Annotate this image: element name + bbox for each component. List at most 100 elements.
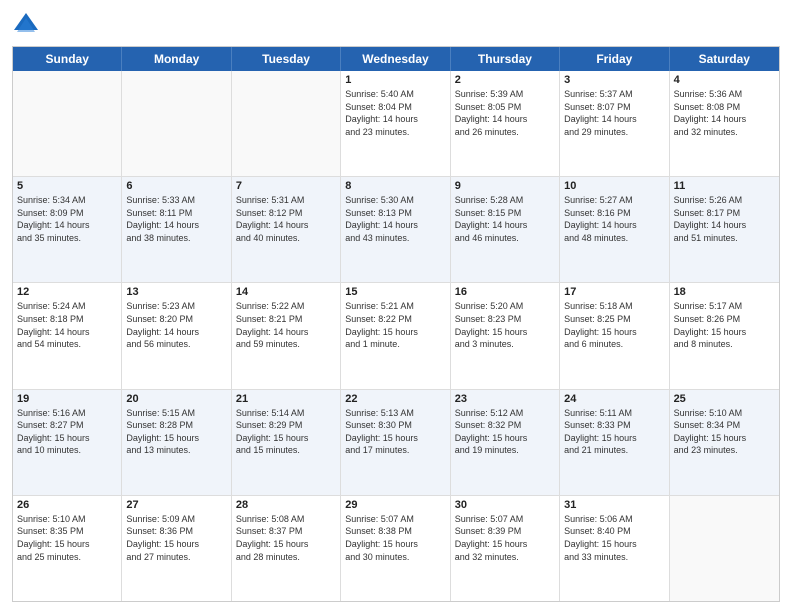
day-info: Sunrise: 5:23 AM Sunset: 8:20 PM Dayligh… xyxy=(126,300,226,350)
calendar-day-3: 3 Sunrise: 5:37 AM Sunset: 8:07 PM Daylig… xyxy=(560,71,669,176)
logo-icon xyxy=(12,10,40,38)
calendar-week-1: 1 Sunrise: 5:40 AM Sunset: 8:04 PM Daylig… xyxy=(13,71,779,177)
day-number: 25 xyxy=(674,393,775,405)
day-info: Sunrise: 5:15 AM Sunset: 8:28 PM Dayligh… xyxy=(126,407,226,457)
day-info: Sunrise: 5:12 AM Sunset: 8:32 PM Dayligh… xyxy=(455,407,555,457)
day-info: Sunrise: 5:07 AM Sunset: 8:38 PM Dayligh… xyxy=(345,513,445,563)
calendar-day-2: 2 Sunrise: 5:39 AM Sunset: 8:05 PM Daylig… xyxy=(451,71,560,176)
calendar-empty-cell xyxy=(13,71,122,176)
calendar-day-30: 30 Sunrise: 5:07 AM Sunset: 8:39 PM Dayli… xyxy=(451,496,560,601)
day-info: Sunrise: 5:09 AM Sunset: 8:36 PM Dayligh… xyxy=(126,513,226,563)
day-number: 9 xyxy=(455,180,555,192)
day-number: 28 xyxy=(236,499,336,511)
day-number: 5 xyxy=(17,180,117,192)
day-number: 23 xyxy=(455,393,555,405)
day-number: 31 xyxy=(564,499,664,511)
day-number: 10 xyxy=(564,180,664,192)
day-info: Sunrise: 5:26 AM Sunset: 8:17 PM Dayligh… xyxy=(674,194,775,244)
day-info: Sunrise: 5:14 AM Sunset: 8:29 PM Dayligh… xyxy=(236,407,336,457)
day-info: Sunrise: 5:18 AM Sunset: 8:25 PM Dayligh… xyxy=(564,300,664,350)
day-info: Sunrise: 5:24 AM Sunset: 8:18 PM Dayligh… xyxy=(17,300,117,350)
calendar-empty-cell xyxy=(670,496,779,601)
calendar-day-13: 13 Sunrise: 5:23 AM Sunset: 8:20 PM Dayli… xyxy=(122,283,231,388)
day-number: 19 xyxy=(17,393,117,405)
calendar-empty-cell xyxy=(122,71,231,176)
calendar-day-4: 4 Sunrise: 5:36 AM Sunset: 8:08 PM Daylig… xyxy=(670,71,779,176)
day-info: Sunrise: 5:17 AM Sunset: 8:26 PM Dayligh… xyxy=(674,300,775,350)
logo xyxy=(12,10,44,38)
day-number: 15 xyxy=(345,286,445,298)
day-number: 7 xyxy=(236,180,336,192)
day-number: 22 xyxy=(345,393,445,405)
day-info: Sunrise: 5:08 AM Sunset: 8:37 PM Dayligh… xyxy=(236,513,336,563)
calendar-day-6: 6 Sunrise: 5:33 AM Sunset: 8:11 PM Daylig… xyxy=(122,177,231,282)
day-info: Sunrise: 5:16 AM Sunset: 8:27 PM Dayligh… xyxy=(17,407,117,457)
day-info: Sunrise: 5:13 AM Sunset: 8:30 PM Dayligh… xyxy=(345,407,445,457)
calendar-day-12: 12 Sunrise: 5:24 AM Sunset: 8:18 PM Dayli… xyxy=(13,283,122,388)
calendar-day-17: 17 Sunrise: 5:18 AM Sunset: 8:25 PM Dayli… xyxy=(560,283,669,388)
calendar-day-31: 31 Sunrise: 5:06 AM Sunset: 8:40 PM Dayli… xyxy=(560,496,669,601)
day-number: 29 xyxy=(345,499,445,511)
calendar-day-1: 1 Sunrise: 5:40 AM Sunset: 8:04 PM Daylig… xyxy=(341,71,450,176)
header xyxy=(12,10,780,38)
day-info: Sunrise: 5:40 AM Sunset: 8:04 PM Dayligh… xyxy=(345,88,445,138)
calendar-day-18: 18Sunrise: 5:17 AM Sunset: 8:26 PM Dayli… xyxy=(670,283,779,388)
calendar-body: 1 Sunrise: 5:40 AM Sunset: 8:04 PM Daylig… xyxy=(13,71,779,601)
calendar-header-sunday: Sunday xyxy=(13,47,122,71)
calendar-day-16: 16Sunrise: 5:20 AM Sunset: 8:23 PM Dayli… xyxy=(451,283,560,388)
calendar-header-monday: Monday xyxy=(122,47,231,71)
calendar-day-9: 9 Sunrise: 5:28 AM Sunset: 8:15 PM Daylig… xyxy=(451,177,560,282)
day-number: 6 xyxy=(126,180,226,192)
calendar-day-28: 28 Sunrise: 5:08 AM Sunset: 8:37 PM Dayli… xyxy=(232,496,341,601)
calendar-header-row: SundayMondayTuesdayWednesdayThursdayFrid… xyxy=(13,47,779,71)
page: SundayMondayTuesdayWednesdayThursdayFrid… xyxy=(0,0,792,612)
calendar-week-2: 5 Sunrise: 5:34 AM Sunset: 8:09 PM Daylig… xyxy=(13,177,779,283)
day-info: Sunrise: 5:33 AM Sunset: 8:11 PM Dayligh… xyxy=(126,194,226,244)
calendar-day-10: 10 Sunrise: 5:27 AM Sunset: 8:16 PM Dayli… xyxy=(560,177,669,282)
calendar-day-8: 8Sunrise: 5:30 AM Sunset: 8:13 PM Daylig… xyxy=(341,177,450,282)
calendar-day-26: 26 Sunrise: 5:10 AM Sunset: 8:35 PM Dayli… xyxy=(13,496,122,601)
day-number: 17 xyxy=(564,286,664,298)
calendar-day-7: 7 Sunrise: 5:31 AM Sunset: 8:12 PM Daylig… xyxy=(232,177,341,282)
calendar-day-23: 23 Sunrise: 5:12 AM Sunset: 8:32 PM Dayli… xyxy=(451,390,560,495)
calendar-day-20: 20 Sunrise: 5:15 AM Sunset: 8:28 PM Dayli… xyxy=(122,390,231,495)
day-info: Sunrise: 5:31 AM Sunset: 8:12 PM Dayligh… xyxy=(236,194,336,244)
day-info: Sunrise: 5:34 AM Sunset: 8:09 PM Dayligh… xyxy=(17,194,117,244)
day-info: Sunrise: 5:28 AM Sunset: 8:15 PM Dayligh… xyxy=(455,194,555,244)
day-number: 26 xyxy=(17,499,117,511)
day-number: 27 xyxy=(126,499,226,511)
calendar-week-4: 19 Sunrise: 5:16 AM Sunset: 8:27 PM Dayli… xyxy=(13,390,779,496)
calendar-day-22: 22 Sunrise: 5:13 AM Sunset: 8:30 PM Dayli… xyxy=(341,390,450,495)
calendar-day-11: 11Sunrise: 5:26 AM Sunset: 8:17 PM Dayli… xyxy=(670,177,779,282)
day-info: Sunrise: 5:37 AM Sunset: 8:07 PM Dayligh… xyxy=(564,88,664,138)
day-info: Sunrise: 5:39 AM Sunset: 8:05 PM Dayligh… xyxy=(455,88,555,138)
day-info: Sunrise: 5:06 AM Sunset: 8:40 PM Dayligh… xyxy=(564,513,664,563)
day-number: 30 xyxy=(455,499,555,511)
day-info: Sunrise: 5:21 AM Sunset: 8:22 PM Dayligh… xyxy=(345,300,445,350)
day-number: 24 xyxy=(564,393,664,405)
calendar-week-3: 12 Sunrise: 5:24 AM Sunset: 8:18 PM Dayli… xyxy=(13,283,779,389)
day-number: 13 xyxy=(126,286,226,298)
calendar-week-5: 26 Sunrise: 5:10 AM Sunset: 8:35 PM Dayli… xyxy=(13,496,779,601)
calendar-day-29: 29 Sunrise: 5:07 AM Sunset: 8:38 PM Dayli… xyxy=(341,496,450,601)
day-number: 3 xyxy=(564,74,664,86)
calendar-header-thursday: Thursday xyxy=(451,47,560,71)
day-number: 2 xyxy=(455,74,555,86)
day-number: 20 xyxy=(126,393,226,405)
calendar-header-tuesday: Tuesday xyxy=(232,47,341,71)
day-info: Sunrise: 5:36 AM Sunset: 8:08 PM Dayligh… xyxy=(674,88,775,138)
calendar-day-25: 25Sunrise: 5:10 AM Sunset: 8:34 PM Dayli… xyxy=(670,390,779,495)
calendar-day-15: 15 Sunrise: 5:21 AM Sunset: 8:22 PM Dayli… xyxy=(341,283,450,388)
day-info: Sunrise: 5:27 AM Sunset: 8:16 PM Dayligh… xyxy=(564,194,664,244)
day-info: Sunrise: 5:07 AM Sunset: 8:39 PM Dayligh… xyxy=(455,513,555,563)
day-info: Sunrise: 5:10 AM Sunset: 8:35 PM Dayligh… xyxy=(17,513,117,563)
day-number: 1 xyxy=(345,74,445,86)
day-number: 12 xyxy=(17,286,117,298)
day-number: 4 xyxy=(674,74,775,86)
calendar: SundayMondayTuesdayWednesdayThursdayFrid… xyxy=(12,46,780,602)
day-number: 21 xyxy=(236,393,336,405)
calendar-day-14: 14Sunrise: 5:22 AM Sunset: 8:21 PM Dayli… xyxy=(232,283,341,388)
calendar-day-19: 19 Sunrise: 5:16 AM Sunset: 8:27 PM Dayli… xyxy=(13,390,122,495)
calendar-day-5: 5 Sunrise: 5:34 AM Sunset: 8:09 PM Daylig… xyxy=(13,177,122,282)
calendar-day-21: 21 Sunrise: 5:14 AM Sunset: 8:29 PM Dayli… xyxy=(232,390,341,495)
